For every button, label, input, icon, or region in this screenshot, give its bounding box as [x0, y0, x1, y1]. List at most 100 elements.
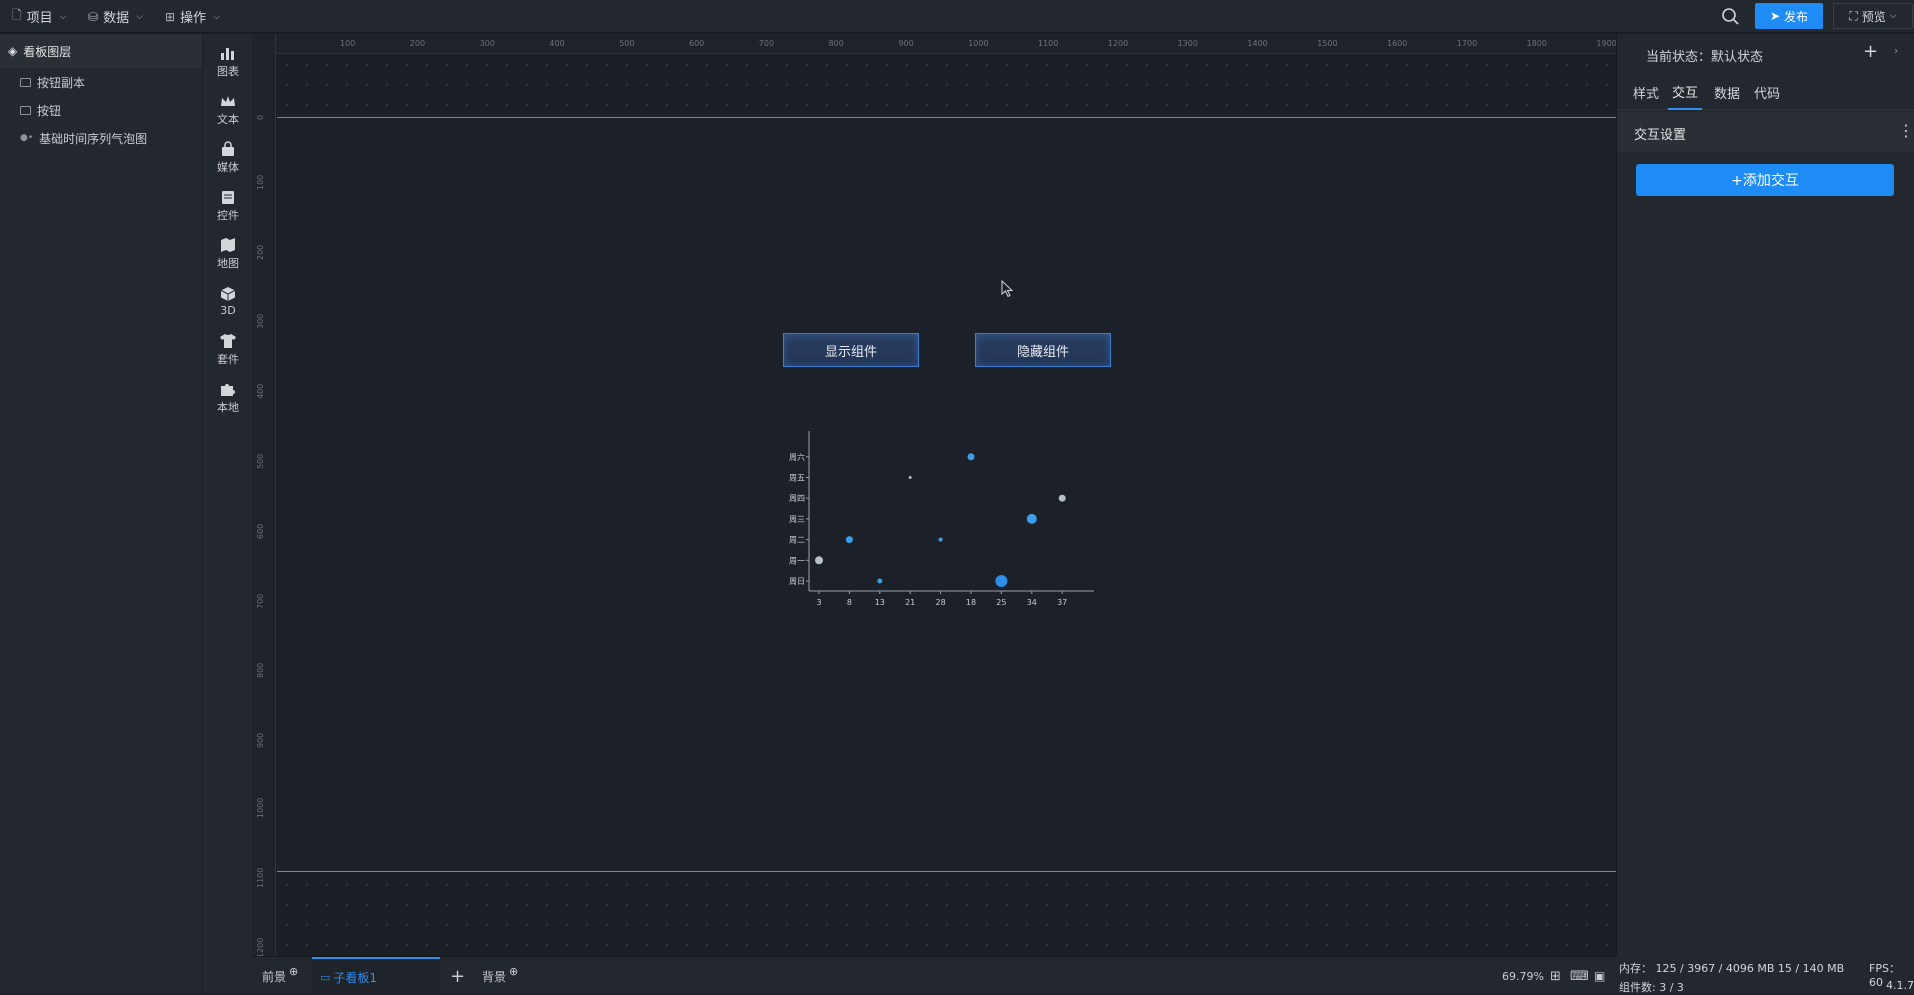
vertical-ruler[interactable]: 0 100 200 300 400 500 600 700 800 900 1000 1100 1200	[252, 34, 276, 958]
ruler-tick-label: 0	[256, 114, 265, 120]
interaction-settings-section: 交互设置 ⋮	[1617, 112, 1914, 152]
ruler-tick-label: 1600	[1387, 39, 1408, 48]
hide-component-button[interactable]: 隐藏组件	[975, 333, 1111, 367]
tab-sub-board-1[interactable]: ▭ 子看板1	[312, 957, 440, 995]
layer-item-label: 基础时间序列气泡图	[39, 131, 148, 146]
bubble-point	[938, 537, 943, 542]
dashboard-board[interactable]: 显示组件 隐藏组件 周日 周一 周二 周三 周四 周五 周六 3 8 13 21 28 18 25 34 37	[277, 117, 1616, 872]
image-icon	[20, 105, 31, 115]
x-tick-label: 13	[875, 598, 885, 607]
ruler-tick-label: 400	[256, 383, 265, 400]
tab-code[interactable]: 代码	[1754, 74, 1780, 110]
horizontal-ruler[interactable]: 100 200 300 400 500 600 700 800 900 1000 1100 1200 1…	[276, 34, 1617, 54]
fullscreen-icon: ⛶	[1849, 8, 1858, 23]
layer-item-bubble-chart[interactable]: ●• 基础时间序列气泡图	[0, 124, 202, 152]
x-tick-label: 8	[847, 598, 852, 607]
tool-media[interactable]: 媒体	[203, 134, 253, 180]
tool-text[interactable]: 文本	[203, 86, 253, 132]
add-state-button[interactable]: +	[1863, 41, 1878, 62]
bubble-chart-icon: ●•	[20, 133, 34, 143]
chevron-down-icon: ⌵	[59, 11, 67, 22]
tab-background-label: 背景	[482, 969, 507, 984]
tool-3d[interactable]: 3D	[203, 278, 253, 324]
tab-style[interactable]: 样式	[1633, 74, 1659, 110]
x-tick-label: 18	[966, 598, 976, 607]
ruler-tick-label: 500	[256, 453, 265, 469]
ruler-tick-label: 500	[619, 39, 635, 48]
x-tick-label: 34	[1027, 598, 1037, 607]
status-bar: 内存： 125 / 3967 / 4096 MB 15 / 140 MB FPS…	[1616, 956, 1914, 994]
tab-foreground[interactable]: 前景 ⊕	[262, 957, 298, 995]
search-icon[interactable]	[1720, 6, 1742, 28]
menu-operation[interactable]: ⊞ 操作 ⌵	[165, 0, 220, 33]
ruler-tick-label: 1500	[1317, 39, 1338, 48]
ruler-tick-label: 1300	[1177, 39, 1198, 48]
chevron-down-icon: ⌵	[213, 11, 220, 22]
ruler-tick-label: 400	[549, 39, 565, 48]
add-interaction-button[interactable]: +添加交互	[1636, 164, 1894, 196]
ruler-tick-label: 1100	[1038, 39, 1059, 48]
send-icon: ➤	[1769, 9, 1781, 23]
x-tick-label: 3	[816, 598, 821, 607]
shirt-icon	[218, 332, 238, 350]
y-tick-label: 周五	[789, 474, 805, 483]
keyboard-icon[interactable]: ⌨	[1570, 957, 1589, 995]
cursor-icon	[1001, 280, 1014, 298]
layer-item-button-copy[interactable]: 按钮副本	[0, 68, 202, 96]
show-component-button[interactable]: 显示组件	[783, 333, 919, 367]
tab-foreground-label: 前景	[262, 969, 287, 984]
preview-label: 预览	[1861, 9, 1886, 24]
bar-chart-icon	[218, 44, 238, 62]
tab-interaction[interactable]: 交互	[1668, 74, 1703, 110]
terminal-icon[interactable]: ▣	[1594, 957, 1605, 995]
tool-label: 图表	[217, 64, 239, 78]
bubble-point	[1058, 494, 1066, 502]
fit-screen-icon[interactable]: ⊞	[1550, 957, 1561, 995]
menu-project[interactable]: 🗋 项目 ⌵	[12, 0, 67, 33]
image-icon	[20, 77, 31, 87]
x-tick-label: 25	[996, 598, 1006, 607]
tool-map[interactable]: 地图	[203, 230, 253, 276]
tab-background[interactable]: 背景 ⊕	[482, 957, 518, 995]
ruler-tick-label: 100	[340, 39, 356, 48]
x-tick-label: 37	[1057, 598, 1067, 607]
tool-label: 套件	[217, 352, 239, 366]
ruler-tick-label: 200	[256, 244, 265, 260]
add-board-button[interactable]: +	[450, 957, 465, 995]
ruler-tick-label: 800	[256, 663, 265, 679]
layer-panel-header: ◈ 看板图层	[0, 34, 202, 68]
map-icon	[218, 236, 238, 254]
ruler-tick-label: 1900	[1596, 39, 1617, 48]
tool-chart[interactable]: 图表	[203, 38, 253, 84]
more-vertical-icon[interactable]: ⋮	[1898, 121, 1914, 140]
y-tick-label: 周二	[789, 536, 805, 545]
menu-project-label: 项目	[26, 11, 53, 26]
preview-button[interactable]: ⛶ 预览 ⌵	[1833, 3, 1913, 29]
layer-panel: ◈ 看板图层 按钮副本 按钮 ●• 基础时间序列气泡图	[0, 34, 202, 994]
grid-icon: ⊞	[165, 9, 176, 24]
interaction-settings-title: 交互设置	[1634, 128, 1687, 143]
add-circle-icon[interactable]: ⊕	[289, 965, 298, 978]
layer-item-button[interactable]: 按钮	[0, 96, 202, 124]
bubble-chart[interactable]: 周日 周一 周二 周三 周四 周五 周六 3 8 13 21 28 18 25 34 37	[777, 423, 1377, 623]
ruler-tick-label: 300	[256, 314, 265, 330]
tab-data[interactable]: 数据	[1714, 74, 1740, 110]
ruler-tick-label: 1000	[256, 797, 265, 818]
tool-local[interactable]: 本地	[203, 374, 253, 420]
tool-kit[interactable]: 套件	[203, 326, 253, 372]
bubble-point	[815, 556, 823, 565]
menu-data-label: 数据	[103, 11, 130, 26]
bubble-point	[995, 575, 1008, 587]
publish-button[interactable]: ➤ 发布	[1755, 3, 1823, 29]
tool-widget[interactable]: 控件	[203, 182, 253, 228]
tool-label: 3D	[220, 304, 236, 317]
menu-operation-label: 操作	[180, 11, 207, 26]
bubble-point	[845, 536, 853, 544]
menu-data[interactable]: ⛁ 数据 ⌵	[88, 0, 143, 33]
publish-label: 发布	[1784, 9, 1809, 24]
chevron-right-icon[interactable]: ›	[1894, 44, 1898, 57]
zoom-level[interactable]: 69.79%	[1502, 957, 1544, 995]
ruler-tick-label: 1100	[256, 867, 265, 888]
board-tab-bar: 前景 ⊕ ▭ 子看板1 + 背景 ⊕ 69.79% ⊞ ⌨ ▣	[252, 956, 1616, 995]
add-circle-icon[interactable]: ⊕	[509, 965, 518, 978]
